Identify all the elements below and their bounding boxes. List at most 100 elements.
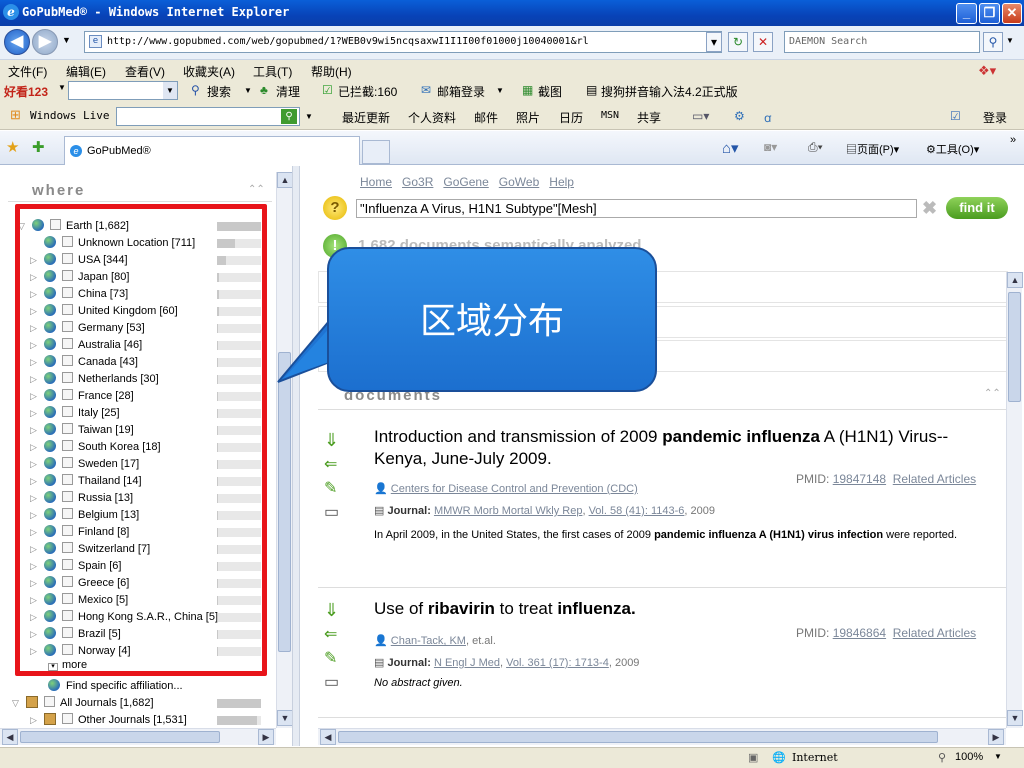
right-scroll-left-icon[interactable]: ◀ — [320, 729, 336, 745]
live-window-icon[interactable]: ▭▾ — [692, 109, 709, 123]
favorites-star-icon[interactable]: ★ — [6, 138, 19, 156]
minimize-button[interactable]: _ — [956, 3, 977, 24]
menu-help[interactable]: 帮助(H) — [311, 63, 352, 80]
search-icon[interactable]: ⚲ — [983, 32, 1003, 52]
tab-gopubmed[interactable]: e GoPubMed® — [64, 136, 360, 165]
right-scroll-right-icon[interactable]: ▶ — [988, 729, 1004, 745]
zoom-icon[interactable]: ⚲ — [938, 751, 946, 764]
page-menu[interactable]: ▤页面(P)▾ — [846, 141, 899, 157]
menu-tools[interactable]: 工具(T) — [253, 63, 292, 80]
tools-menu[interactable]: ⚙工具(O)▾ — [926, 141, 979, 157]
edit-note-icon[interactable]: ✎ — [324, 648, 346, 668]
toolbar-search-field[interactable]: ▼ — [68, 81, 178, 100]
maximize-button[interactable]: ❐ — [979, 3, 1000, 24]
menu-favorites[interactable]: 收藏夹(A) — [183, 63, 235, 80]
search-options-icon[interactable]: ▼ — [1006, 36, 1014, 45]
live-item-msn[interactable]: MSN — [601, 110, 619, 121]
left-scrollbar[interactable]: ▲ ▼ — [276, 172, 293, 728]
journal-link[interactable]: MMWR Morb Mortal Wkly Rep — [434, 505, 583, 517]
right-hscroll-thumb[interactable] — [338, 731, 938, 743]
nav-gogene-link[interactable]: GoGene — [443, 175, 488, 189]
close-button[interactable]: ✕ — [1002, 3, 1022, 24]
send-to-icon[interactable]: ▭ — [324, 502, 346, 522]
menu-edit[interactable]: 编辑(E) — [66, 63, 106, 80]
download-icon[interactable]: ⇓ — [324, 430, 346, 450]
brand-link[interactable]: 好看123 — [4, 83, 48, 100]
mail-dropdown-icon[interactable]: ▼ — [496, 86, 504, 95]
find-it-button[interactable]: find it — [946, 197, 1008, 219]
live-checkbox-icon[interactable]: ☑ — [950, 109, 961, 123]
pmid-link[interactable]: 19847148 — [833, 472, 886, 486]
volume-link[interactable]: Vol. 58 (41): 1143-6 — [589, 505, 685, 517]
nav-go3r-link[interactable]: Go3R — [402, 175, 433, 189]
forward-button[interactable]: ▶ — [32, 29, 58, 55]
live-login-button[interactable]: 登录 — [983, 109, 1007, 126]
feeds-icon[interactable]: ◙▾ — [764, 140, 777, 154]
clean-button[interactable]: 清理 — [276, 83, 300, 100]
collapse-documents-icon[interactable]: ⌃⌃ — [984, 388, 1001, 399]
zoom-dropdown-icon[interactable]: ▼ — [994, 752, 1002, 761]
volume-link[interactable]: Vol. 361 (17): 1713-4 — [506, 657, 609, 669]
author-link[interactable]: Chan-Tack, KM — [391, 635, 466, 647]
related-articles-link[interactable]: Related Articles — [893, 472, 976, 486]
zoom-level[interactable]: 100% — [955, 751, 983, 763]
popup-blocked-button[interactable]: 已拦截:160 — [338, 83, 397, 100]
history-dropdown-icon[interactable]: ▼ — [62, 35, 71, 45]
url-dropdown-icon[interactable]: ▾ — [706, 32, 722, 52]
security-icon[interactable]: ▣ — [748, 751, 758, 764]
left-scroll-down-icon[interactable]: ▼ — [277, 710, 293, 726]
documents-scroll-thumb[interactable] — [1008, 292, 1021, 402]
back-button[interactable]: ◀ — [4, 29, 30, 55]
related-articles-link[interactable]: Related Articles — [893, 626, 976, 640]
nav-goweb-link[interactable]: GoWeb — [499, 175, 539, 189]
edit-note-icon[interactable]: ✎ — [324, 478, 346, 498]
left-hscroll-thumb[interactable] — [20, 731, 220, 743]
live-item-photos[interactable]: 照片 — [516, 109, 540, 126]
documents-scroll-down-icon[interactable]: ▼ — [1007, 710, 1023, 726]
nav-home-link[interactable]: Home — [360, 175, 392, 189]
search-box[interactable]: DAEMON Search — [784, 31, 980, 53]
ime-link[interactable]: 搜狗拼音输入法4.2正式版 — [601, 83, 738, 100]
live-network-icon[interactable]: ⚙ — [734, 109, 745, 123]
tree-root-journals[interactable]: ▽ All Journals [1,682] — [12, 696, 154, 713]
toolbar-search-dropdown-icon[interactable]: ▼ — [163, 82, 177, 99]
refresh-icon[interactable]: ↻ — [728, 32, 748, 52]
windows-live-label[interactable]: Windows Live — [30, 109, 109, 122]
collapse-where-icon[interactable]: ⌃⌃ — [248, 184, 265, 195]
document-title[interactable]: Introduction and transmission of 2009 pa… — [374, 426, 994, 470]
more-commands-icon[interactable]: » — [1010, 134, 1016, 146]
right-hscrollbar[interactable]: ◀ ▶ — [318, 728, 1006, 745]
search-dropdown-icon[interactable]: ▼ — [244, 86, 252, 95]
find-affiliation-link[interactable]: Find specific affiliation... — [48, 679, 183, 696]
stop-icon[interactable]: ✕ — [753, 32, 773, 52]
live-search-dropdown-icon[interactable]: ▼ — [305, 112, 313, 121]
menu-file[interactable]: 文件(F) — [8, 63, 47, 80]
frame-splitter[interactable] — [292, 166, 300, 746]
documents-scroll-up-icon[interactable]: ▲ — [1007, 272, 1023, 288]
nav-help-link[interactable]: Help — [549, 175, 574, 189]
send-to-icon[interactable]: ▭ — [324, 672, 346, 692]
query-input[interactable]: "Influenza A Virus, H1N1 Subtype"[Mesh] — [356, 199, 917, 218]
menu-view[interactable]: 查看(V) — [125, 63, 165, 80]
left-hscrollbar[interactable]: ◀ ▶ — [0, 728, 276, 745]
left-scroll-left-icon[interactable]: ◀ — [2, 729, 18, 745]
live-item-profile[interactable]: 个人资料 — [408, 109, 456, 126]
toolbar-search-button[interactable]: 搜索 — [207, 83, 231, 100]
download-icon[interactable]: ⇓ — [324, 600, 346, 620]
url-input[interactable]: e http://www.gopubmed.com/web/gopubmed/1… — [84, 31, 722, 53]
live-item-share[interactable]: 共享 — [637, 109, 661, 126]
pmid-link[interactable]: 19846864 — [833, 626, 886, 640]
live-search-input[interactable]: ⚲ — [116, 107, 300, 126]
new-tab-button[interactable] — [362, 140, 390, 164]
live-translate-icon[interactable]: ꭤ — [764, 109, 771, 126]
mail-login-button[interactable]: 邮箱登录 — [437, 83, 485, 100]
print-icon[interactable]: ⎙▾ — [808, 140, 823, 155]
help-question-icon[interactable]: ? — [323, 196, 347, 220]
import-icon[interactable]: ⇐ — [324, 454, 346, 474]
brand-dropdown-icon[interactable]: ▼ — [58, 83, 66, 92]
journal-link[interactable]: N Engl J Med — [434, 657, 500, 669]
live-item-mail[interactable]: 邮件 — [474, 109, 498, 126]
live-item-calendar[interactable]: 日历 — [559, 109, 583, 126]
home-icon[interactable]: ⌂▾ — [722, 139, 739, 157]
clear-query-icon[interactable]: ✖ — [922, 198, 937, 219]
